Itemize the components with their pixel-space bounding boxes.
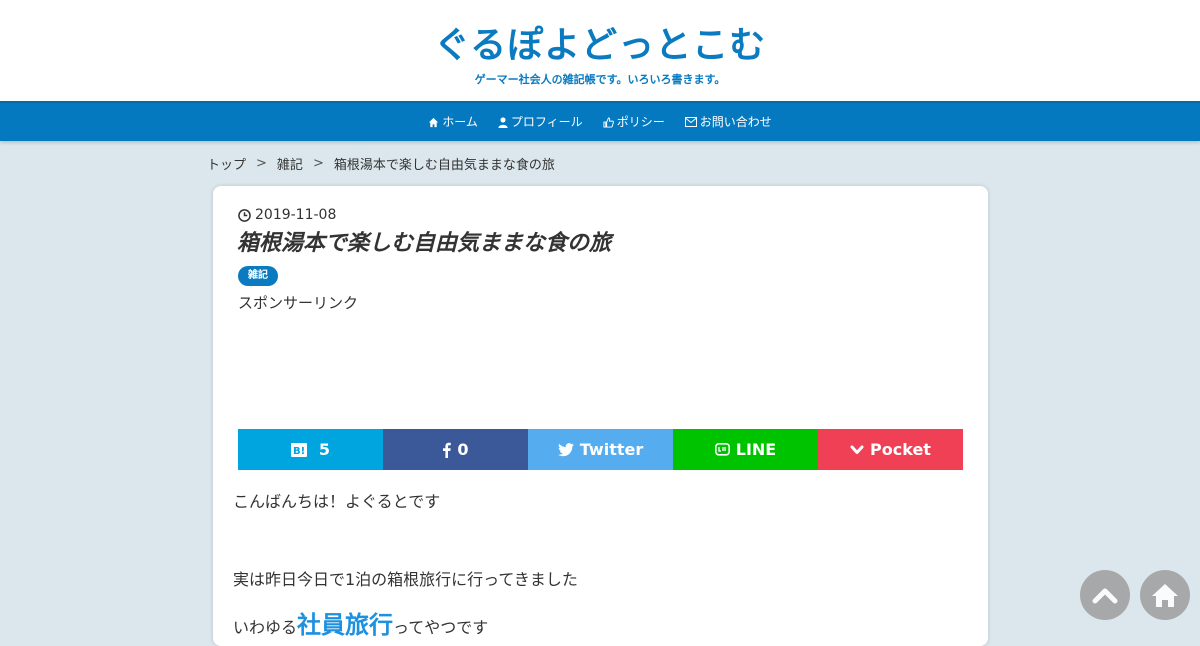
hatena-count: 5: [318, 440, 331, 459]
envelope-icon: [684, 117, 697, 127]
home-float-button[interactable]: [1140, 570, 1190, 620]
home-icon: [1152, 584, 1178, 607]
post-date-text: 2019-11-08: [255, 207, 337, 223]
facebook-share-button[interactable]: 0: [383, 429, 528, 470]
global-nav: ホーム プロフィール ポリシー お問い合わせ: [0, 101, 1200, 141]
sponsor-label: スポンサーリンク: [238, 294, 359, 312]
hatena-share-button[interactable]: B! 5: [238, 429, 383, 470]
home-icon: [429, 117, 439, 127]
twitter-share-button[interactable]: Twitter: [528, 429, 673, 470]
facebook-icon: [443, 442, 452, 458]
facebook-count: 0: [457, 440, 469, 459]
site-header: ぐるぽよどっとこむ ゲーマー社会人の雑記帳です。いろいろ書きます。: [0, 0, 1200, 101]
thumbs-up-icon: [603, 116, 614, 128]
pocket-share-button[interactable]: Pocket: [818, 429, 963, 470]
paragraph-text: いわゆる: [233, 618, 298, 637]
line-label: LINE: [735, 440, 777, 459]
nav-item-label: ホーム: [442, 115, 478, 129]
breadcrumb-item-top[interactable]: トップ: [207, 154, 246, 173]
site-description: ゲーマー社会人の雑記帳です。いろいろ書きます。: [474, 73, 726, 86]
hatena-icon: B!: [290, 442, 307, 457]
twitter-label: Twitter: [579, 440, 644, 459]
breadcrumb-separator: >: [256, 155, 267, 171]
svg-text:B!: B!: [293, 446, 305, 457]
post-card: 2019-11-08 箱根湯本で楽しむ自由気ままな食の旅 雑記 スポンサーリンク…: [213, 186, 988, 646]
breadcrumb-separator: >: [312, 155, 324, 171]
post-paragraph-partial: いわゆる社員旅行ってやつです: [233, 611, 489, 639]
breadcrumb-item-current: 箱根湯本で楽しむ自由気ままな食の旅: [333, 157, 555, 173]
chevron-up-icon: [1092, 588, 1118, 604]
nav-item-policy[interactable]: ポリシー: [603, 114, 665, 130]
line-share-button[interactable]: LINE: [673, 429, 818, 470]
inline-link[interactable]: 社員旅行: [297, 611, 393, 639]
nav-item-label: プロフィール: [510, 115, 583, 129]
paragraph-text: ってやつです: [393, 618, 489, 637]
post-paragraph: 実は昨日今日で1泊の箱根旅行に行ってきました: [233, 570, 578, 589]
nav-item-label: お問い合わせ: [699, 115, 772, 129]
post-title: 箱根湯本で楽しむ自由気ままな食の旅: [237, 231, 612, 256]
ad-area: [238, 318, 963, 423]
pocket-icon: [850, 445, 864, 454]
breadcrumb: トップ > 雑記 > 箱根湯本で楽しむ自由気ままな食の旅: [207, 153, 555, 173]
site-title[interactable]: ぐるぽよどっとこむ: [0, 24, 1200, 68]
twitter-icon: [557, 442, 574, 456]
share-buttons: B! 5 0 Twitter LINE Pocket: [238, 429, 963, 470]
nav-item-profile[interactable]: プロフィール: [498, 114, 583, 130]
nav-item-label: ポリシー: [616, 115, 665, 129]
line-icon: [714, 442, 730, 456]
category-badge[interactable]: 雑記: [238, 266, 278, 286]
nav-item-home[interactable]: ホーム: [428, 114, 478, 130]
post-paragraph: こんばんちは！よぐるとです: [233, 492, 441, 511]
nav-item-contact[interactable]: お問い合わせ: [684, 114, 772, 130]
clock-icon: [238, 208, 251, 222]
breadcrumb-item-category[interactable]: 雑記: [277, 154, 303, 173]
user-icon: [498, 116, 508, 128]
scroll-top-button[interactable]: [1080, 570, 1130, 620]
nav-list: ホーム プロフィール ポリシー お問い合わせ: [0, 103, 1200, 141]
pocket-label: Pocket: [870, 440, 931, 459]
post-date: 2019-11-08: [238, 207, 336, 223]
